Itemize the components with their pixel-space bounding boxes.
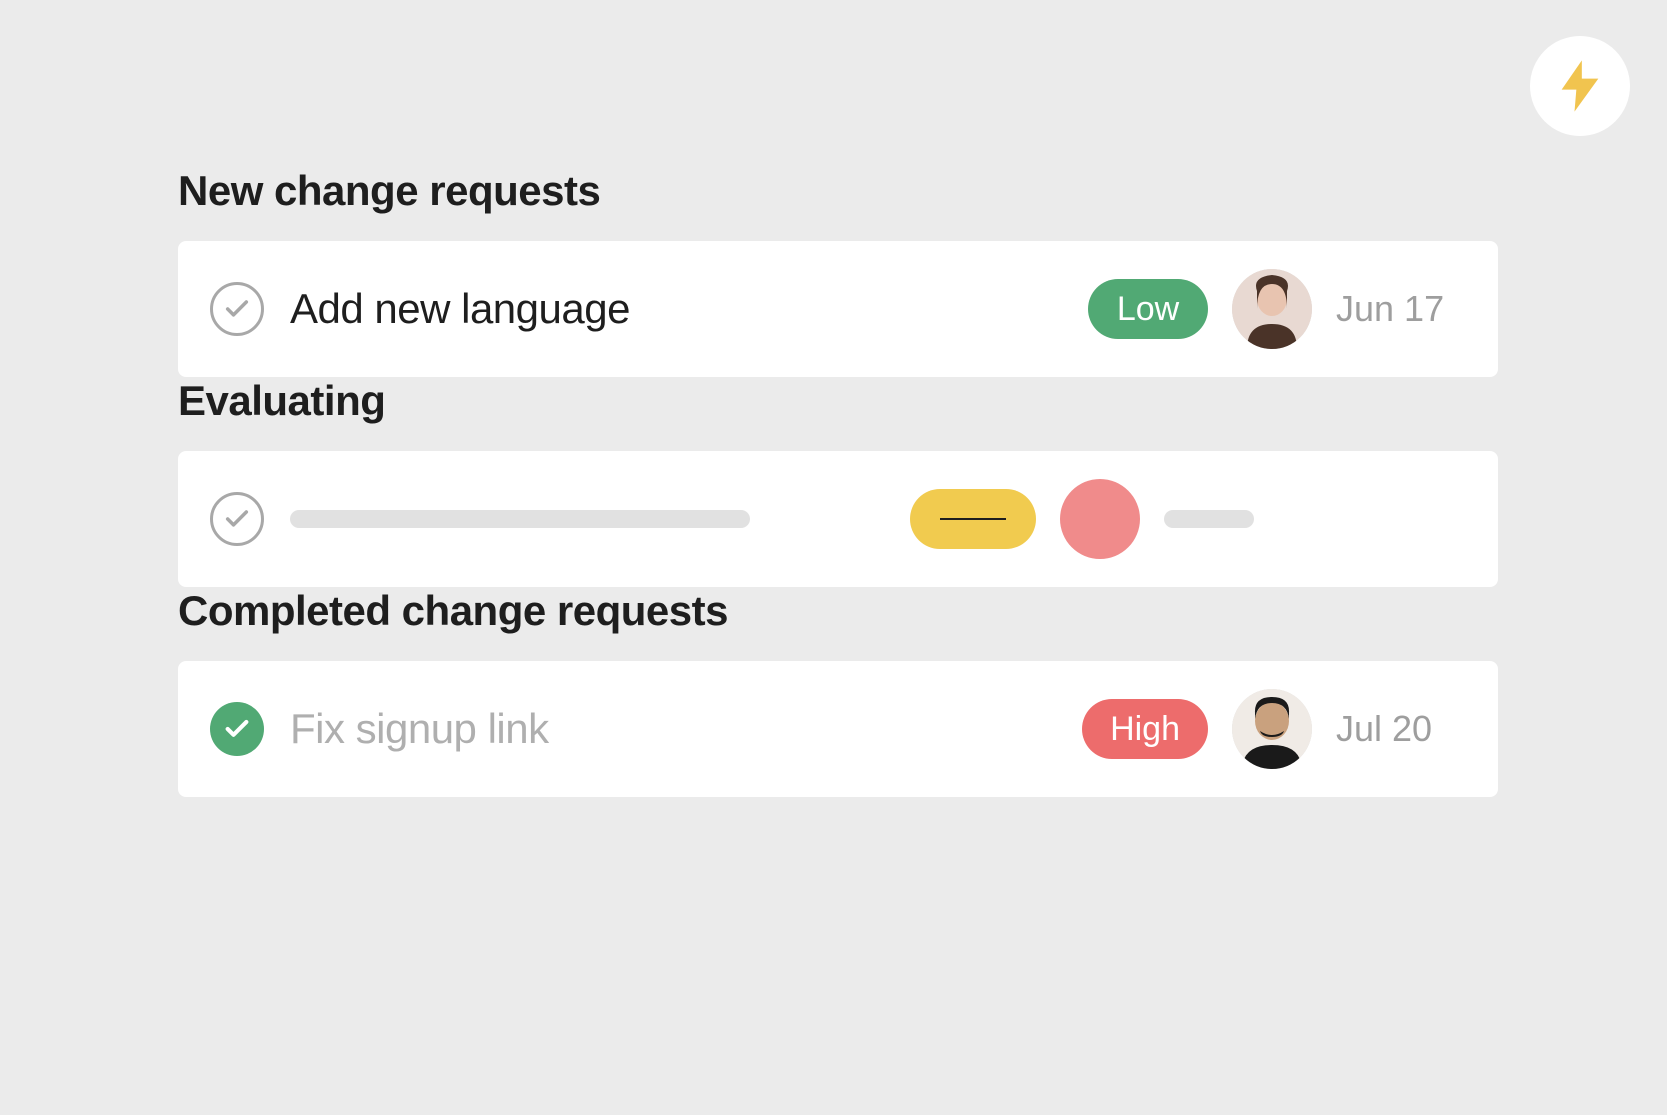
task-meta — [910, 479, 1254, 559]
task-row[interactable]: Fix signup link High Jul 20 — [178, 661, 1498, 797]
avatar-person-icon — [1232, 689, 1312, 769]
checkmark-icon — [223, 505, 251, 533]
assignee-avatar[interactable] — [1232, 689, 1312, 769]
assignee-avatar-placeholder[interactable] — [1060, 479, 1140, 559]
section: New change requests Add new language Low — [178, 167, 1498, 377]
task-meta: Low Jun 17 — [1088, 269, 1466, 349]
task-row[interactable] — [178, 451, 1498, 587]
automation-button[interactable] — [1530, 36, 1630, 136]
complete-task-checkbox[interactable] — [210, 282, 264, 336]
lightning-bolt-icon — [1558, 60, 1602, 112]
due-date: Jul 20 — [1336, 708, 1466, 750]
priority-badge-low[interactable]: Low — [1088, 279, 1208, 339]
priority-badge-high[interactable]: High — [1082, 699, 1208, 759]
complete-task-checkbox[interactable] — [210, 492, 264, 546]
checkmark-icon — [223, 295, 251, 323]
task-row[interactable]: Add new language Low Jun 17 — [178, 241, 1498, 377]
task-meta: High Jul 20 — [1082, 689, 1466, 769]
task-title-placeholder — [290, 510, 750, 528]
task-title: Add new language — [290, 285, 1088, 333]
assignee-avatar[interactable] — [1232, 269, 1312, 349]
section-title: Evaluating — [178, 377, 1498, 425]
due-date: Jun 17 — [1336, 288, 1466, 330]
complete-task-checkbox-checked[interactable] — [210, 702, 264, 756]
priority-badge-placeholder[interactable] — [910, 489, 1036, 549]
placeholder-line-icon — [940, 518, 1006, 520]
section: Completed change requests Fix signup lin… — [178, 587, 1498, 797]
due-date-placeholder — [1164, 510, 1254, 528]
section: Evaluating — [178, 377, 1498, 587]
section-title: New change requests — [178, 167, 1498, 215]
section-title: Completed change requests — [178, 587, 1498, 635]
task-title: Fix signup link — [290, 705, 1082, 753]
checkmark-icon — [223, 715, 251, 743]
avatar-person-icon — [1232, 269, 1312, 349]
